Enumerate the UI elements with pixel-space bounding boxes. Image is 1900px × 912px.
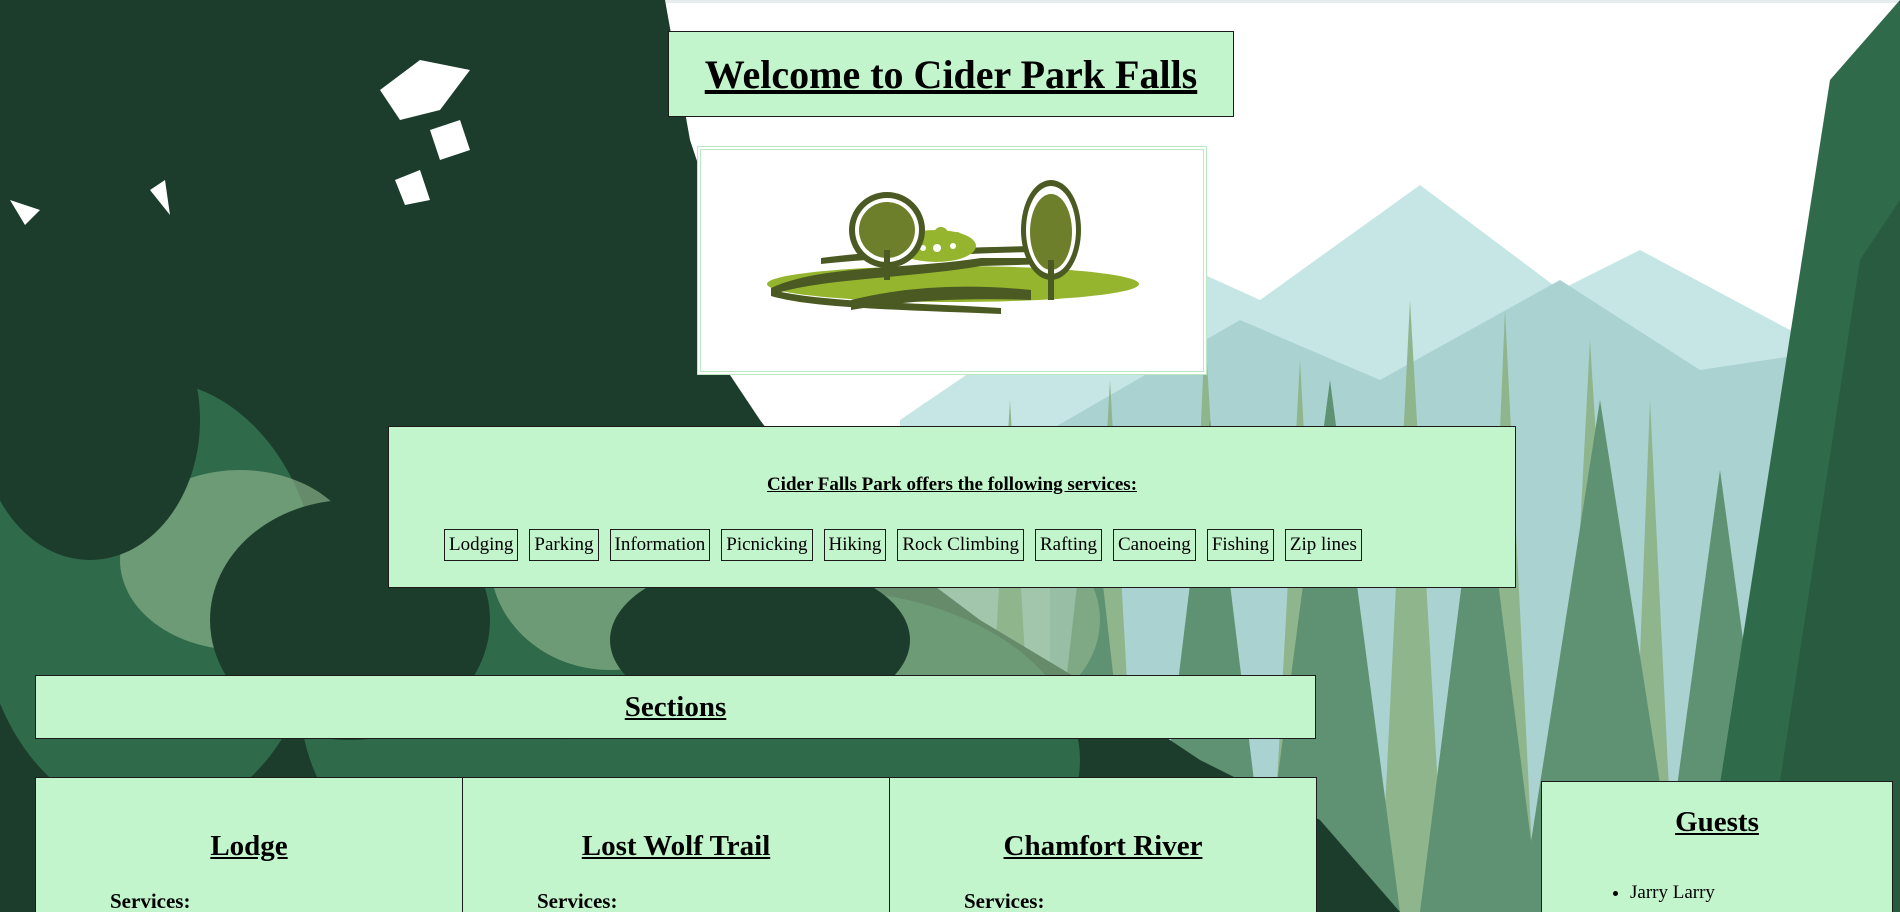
guests-heading: Guests <box>1675 806 1759 838</box>
logo-frame <box>697 146 1207 375</box>
guests-list: Jarry Larry <box>1630 882 1715 904</box>
sections-heading: Sections <box>624 690 727 723</box>
section-services-label: Services: <box>537 889 618 912</box>
park-landscape-icon <box>767 180 1139 314</box>
section-title: Chamfort River <box>1003 830 1203 862</box>
section-card-chamfort-river: Chamfort River Services: <box>889 777 1317 912</box>
service-tag: Fishing <box>1206 529 1274 561</box>
sections-banner: Sections <box>35 675 1316 739</box>
guest-item: Jarry Larry <box>1630 882 1715 904</box>
service-tag: Lodging <box>444 529 519 561</box>
services-list: Lodging Parking Information Picnicking H… <box>444 529 1362 561</box>
section-services-label: Services: <box>110 889 191 912</box>
services-panel: Cider Falls Park offers the following se… <box>388 426 1516 588</box>
service-tag: Information <box>609 529 711 561</box>
service-tag: Rafting <box>1034 529 1102 561</box>
page-title: Welcome to Cider Park Falls <box>704 51 1198 97</box>
service-tag: Hiking <box>823 529 887 561</box>
service-tag: Parking <box>529 529 599 561</box>
title-banner: Welcome to Cider Park Falls <box>668 31 1234 117</box>
service-tag: Zip lines <box>1284 529 1362 561</box>
service-tag: Canoeing <box>1112 529 1196 561</box>
guests-panel: Guests Jarry Larry <box>1541 781 1893 912</box>
service-tag: Rock Climbing <box>897 529 1024 561</box>
section-title: Lost Wolf Trail <box>581 830 771 862</box>
section-title: Lodge <box>210 830 288 862</box>
section-card-lodge: Lodge Services: <box>35 777 463 912</box>
section-card-lost-wolf-trail: Lost Wolf Trail Services: <box>462 777 890 912</box>
section-services-label: Services: <box>964 889 1045 912</box>
service-tag: Picnicking <box>721 529 813 561</box>
services-heading: Cider Falls Park offers the following se… <box>766 474 1138 495</box>
